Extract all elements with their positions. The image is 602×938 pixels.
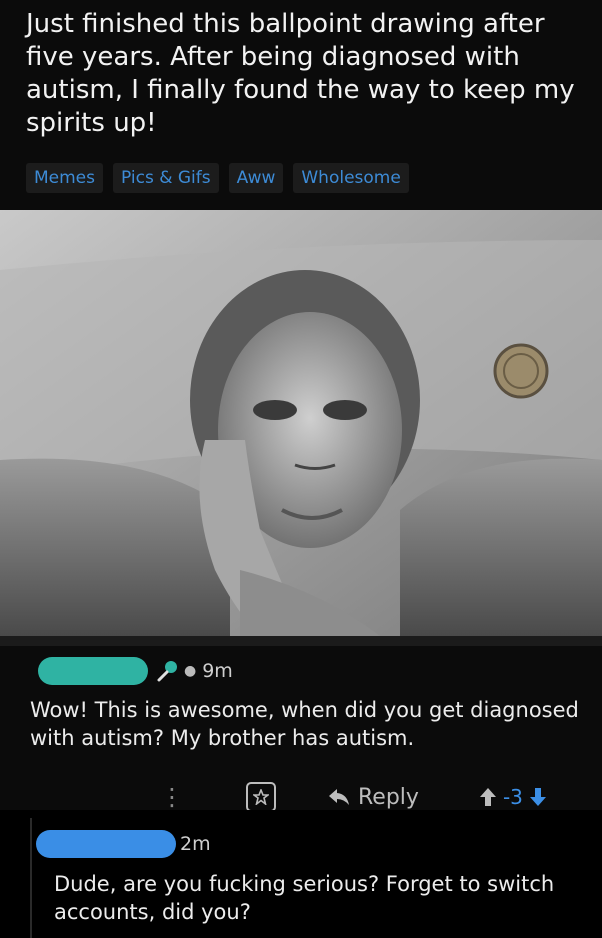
redacted-username (38, 657, 148, 685)
dot-separator: ● (184, 663, 197, 679)
microphone-icon (157, 661, 177, 682)
downvote-icon[interactable] (529, 787, 547, 807)
flair-memes[interactable]: Memes (26, 163, 104, 193)
reply-button[interactable]: Reply (328, 785, 419, 810)
flair-list: Memes Pics & Gifs Aww Wholesome (26, 163, 409, 193)
vote-control: -3 (479, 785, 547, 809)
comment-1-meta: ● 9m (38, 657, 233, 685)
reply-arrow-icon (329, 789, 349, 805)
vote-score: -3 (502, 785, 523, 809)
flair-pics-gifs[interactable]: Pics & Gifs (113, 163, 219, 193)
flair-aww[interactable]: Aww (228, 163, 284, 193)
ballpoint-drawing-image (0, 210, 602, 636)
comment-2-meta: 2m (36, 830, 211, 858)
comment-2-time: 2m (180, 833, 211, 855)
comment-2-body: Dude, are you fucking serious? Forget to… (54, 872, 555, 924)
post-image[interactable] (0, 210, 602, 636)
upvote-icon[interactable] (479, 787, 497, 807)
flair-wholesome[interactable]: Wholesome (293, 163, 409, 193)
post-header: Just finished this ballpoint drawing aft… (0, 0, 602, 210)
reply-label: Reply (358, 784, 419, 810)
thread-line (30, 818, 32, 938)
post-title[interactable]: Just finished this ballpoint drawing aft… (26, 8, 586, 140)
redacted-username (36, 830, 176, 858)
more-icon[interactable]: ⋮ (160, 783, 184, 811)
award-icon[interactable] (246, 782, 276, 812)
comment-1-time: 9m (202, 660, 233, 682)
divider (0, 636, 602, 646)
comment-1-body: Wow! This is awesome, when did you get d… (30, 698, 579, 750)
comment-1-actions: ⋮ Reply -3 (160, 780, 580, 814)
